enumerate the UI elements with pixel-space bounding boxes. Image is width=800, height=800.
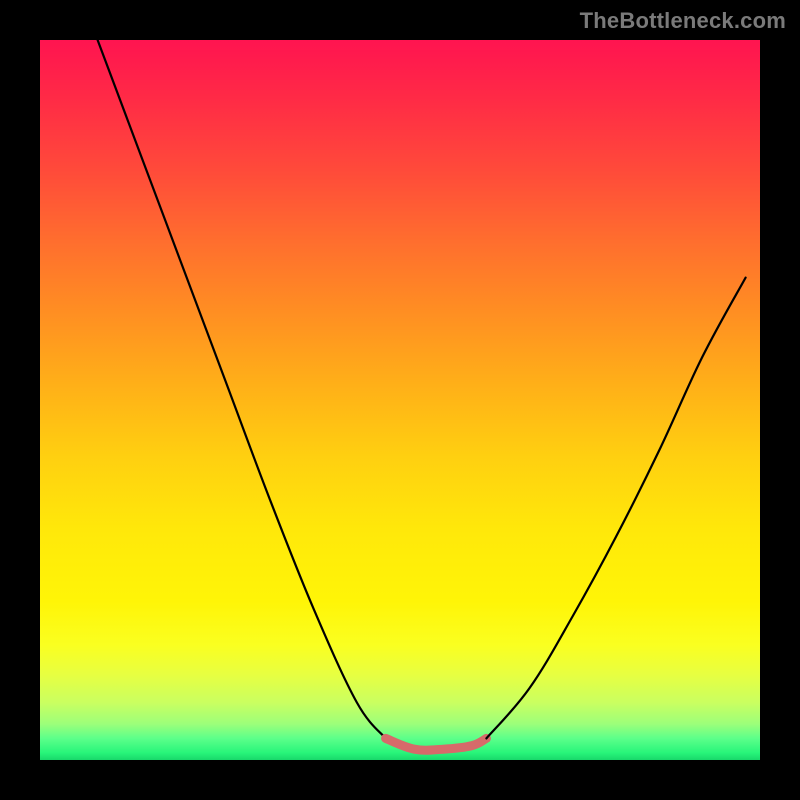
series-left-branch	[98, 40, 386, 738]
chart-frame: TheBottleneck.com	[0, 0, 800, 800]
series-right-branch	[486, 278, 745, 739]
series-valley-floor	[386, 738, 487, 750]
curve-group	[98, 40, 746, 750]
watermark-text: TheBottleneck.com	[580, 8, 786, 34]
plot-area	[40, 40, 760, 760]
curve-svg	[40, 40, 760, 760]
